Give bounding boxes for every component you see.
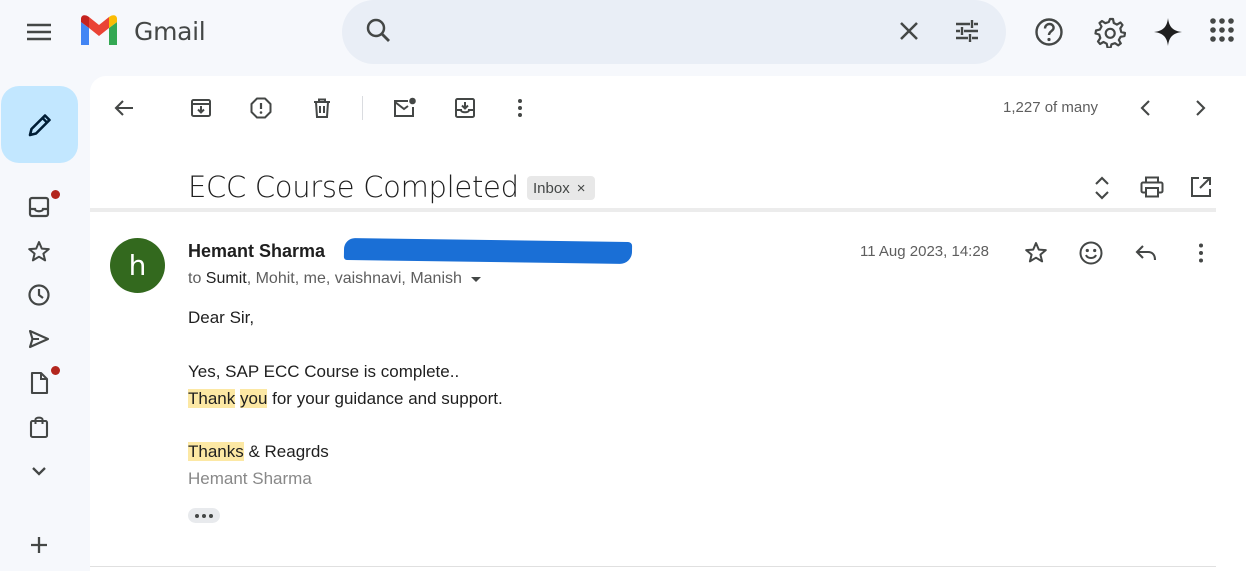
highlight-thank: Thank [188,389,236,408]
email-subject: ECC Course Completed [188,170,519,204]
reply-icon[interactable] [1133,240,1159,266]
message-date: 11 Aug 2023, 14:28 [860,243,990,260]
body-greeting: Dear Sir, [188,308,255,327]
delete-trash-icon[interactable] [310,96,334,120]
apps-grid-icon[interactable] [1209,16,1237,46]
gmail-m-icon [81,15,117,45]
drafts-icon[interactable] [26,370,52,396]
drafts-notification-dot [51,366,60,375]
mark-unread-icon[interactable] [392,96,416,120]
pager-text: 1,227 of many [1003,99,1099,116]
expand-collapse-icon[interactable] [1090,175,1114,201]
archive-icon[interactable] [189,96,213,120]
label-chip-inbox[interactable]: Inbox × [527,176,596,200]
older-chevron-right-icon[interactable] [1188,96,1212,120]
report-spam-icon[interactable] [249,96,273,120]
add-label-plus-icon[interactable] [26,532,52,558]
search-options-icon[interactable] [952,16,982,46]
signature-name: Hemant Sharma [188,469,312,488]
search-input[interactable] [412,12,892,52]
recipients-line[interactable]: to Sumit, Mohit, me, vaishnavi, Manish [188,270,482,288]
move-to-icon[interactable] [453,96,477,120]
gemini-sparkle-icon[interactable] [1152,16,1184,48]
emoji-react-icon[interactable] [1078,240,1104,266]
show-trimmed-content-button[interactable] [188,508,220,523]
gmail-logo[interactable]: Gmail [78,14,206,48]
print-icon[interactable] [1139,175,1165,199]
remove-label-icon[interactable]: × [577,180,586,197]
recipients-dropdown-icon[interactable] [470,274,482,284]
body-line-1: Yes, SAP ECC Course is complete.. [188,362,460,381]
settings-gear-icon[interactable] [1094,16,1126,48]
recipient-first: Sumit [205,270,247,287]
recipient-others: , Mohit, me, vaishnavi, Manish [246,270,462,287]
highlight-you: you [239,389,268,408]
help-icon[interactable] [1033,16,1065,48]
back-arrow-icon[interactable] [112,96,136,120]
to-prefix: to [188,270,202,287]
sender-avatar[interactable]: h [110,238,165,293]
open-new-window-icon[interactable] [1189,175,1213,199]
more-options-icon[interactable] [508,96,532,120]
label-chip-text: Inbox [533,179,570,197]
sent-icon[interactable] [26,326,52,352]
inbox-icon[interactable] [26,194,52,220]
message-more-icon[interactable] [1188,240,1214,266]
body-signoff: Thanks & Reagrds [188,442,329,461]
inbox-notification-dot [51,190,60,199]
message-panel [90,76,1246,571]
main-menu-icon[interactable] [24,17,54,47]
more-chevron-down-icon[interactable] [26,458,52,484]
clear-search-icon[interactable] [894,16,924,46]
compose-button[interactable] [1,86,78,163]
sender-name[interactable]: Hemant Sharma [188,241,325,262]
snoozed-clock-icon[interactable] [26,282,52,308]
starred-icon[interactable] [26,239,52,265]
highlight-thanks: Thanks [188,442,244,461]
purchases-bag-icon[interactable] [26,414,52,440]
subject-divider [90,208,1216,212]
message-bottom-divider [90,566,1216,567]
search-icon[interactable] [364,16,394,46]
star-icon[interactable] [1023,240,1049,266]
toolbar-separator [362,96,363,120]
body-line-2: Thank you for your guidance and support. [188,389,503,408]
redacted-sender-email [343,237,633,265]
search-bar[interactable] [342,0,1006,64]
app-name: Gmail [134,16,206,46]
pencil-icon [28,114,51,137]
newer-chevron-left-icon[interactable] [1134,96,1158,120]
